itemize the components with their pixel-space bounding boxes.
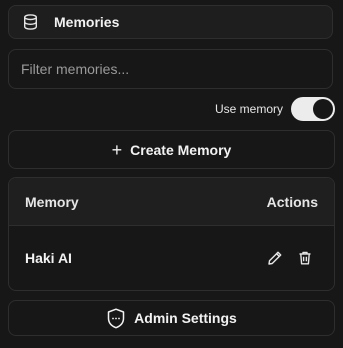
admin-settings-button[interactable]: Admin Settings: [8, 300, 335, 336]
panel-title: Memories: [54, 14, 120, 30]
use-memory-label: Use memory: [214, 102, 283, 116]
admin-settings-label: Admin Settings: [134, 310, 237, 326]
table-header: Memory Actions: [9, 178, 334, 226]
create-memory-label: Create Memory: [130, 141, 232, 158]
column-header-actions: Actions: [266, 193, 318, 210]
create-memory-button[interactable]: + Create Memory: [8, 130, 335, 169]
use-memory-toggle[interactable]: [291, 97, 335, 121]
trash-icon[interactable]: [296, 249, 314, 267]
filter-memories-input[interactable]: [8, 49, 333, 89]
memory-name-cell: Haki AI: [25, 250, 72, 266]
memories-panel-header: Memories: [8, 5, 333, 39]
use-memory-row: Use memory: [8, 96, 335, 122]
toggle-knob: [313, 99, 333, 119]
plus-icon: +: [111, 139, 123, 160]
memories-table: Memory Actions Haki AI: [8, 177, 335, 291]
database-icon: [22, 14, 38, 30]
edit-icon[interactable]: [266, 249, 284, 267]
row-actions: [266, 249, 314, 267]
column-header-memory: Memory: [25, 193, 79, 210]
shield-icon: [106, 307, 126, 329]
table-row: Haki AI: [9, 226, 334, 290]
